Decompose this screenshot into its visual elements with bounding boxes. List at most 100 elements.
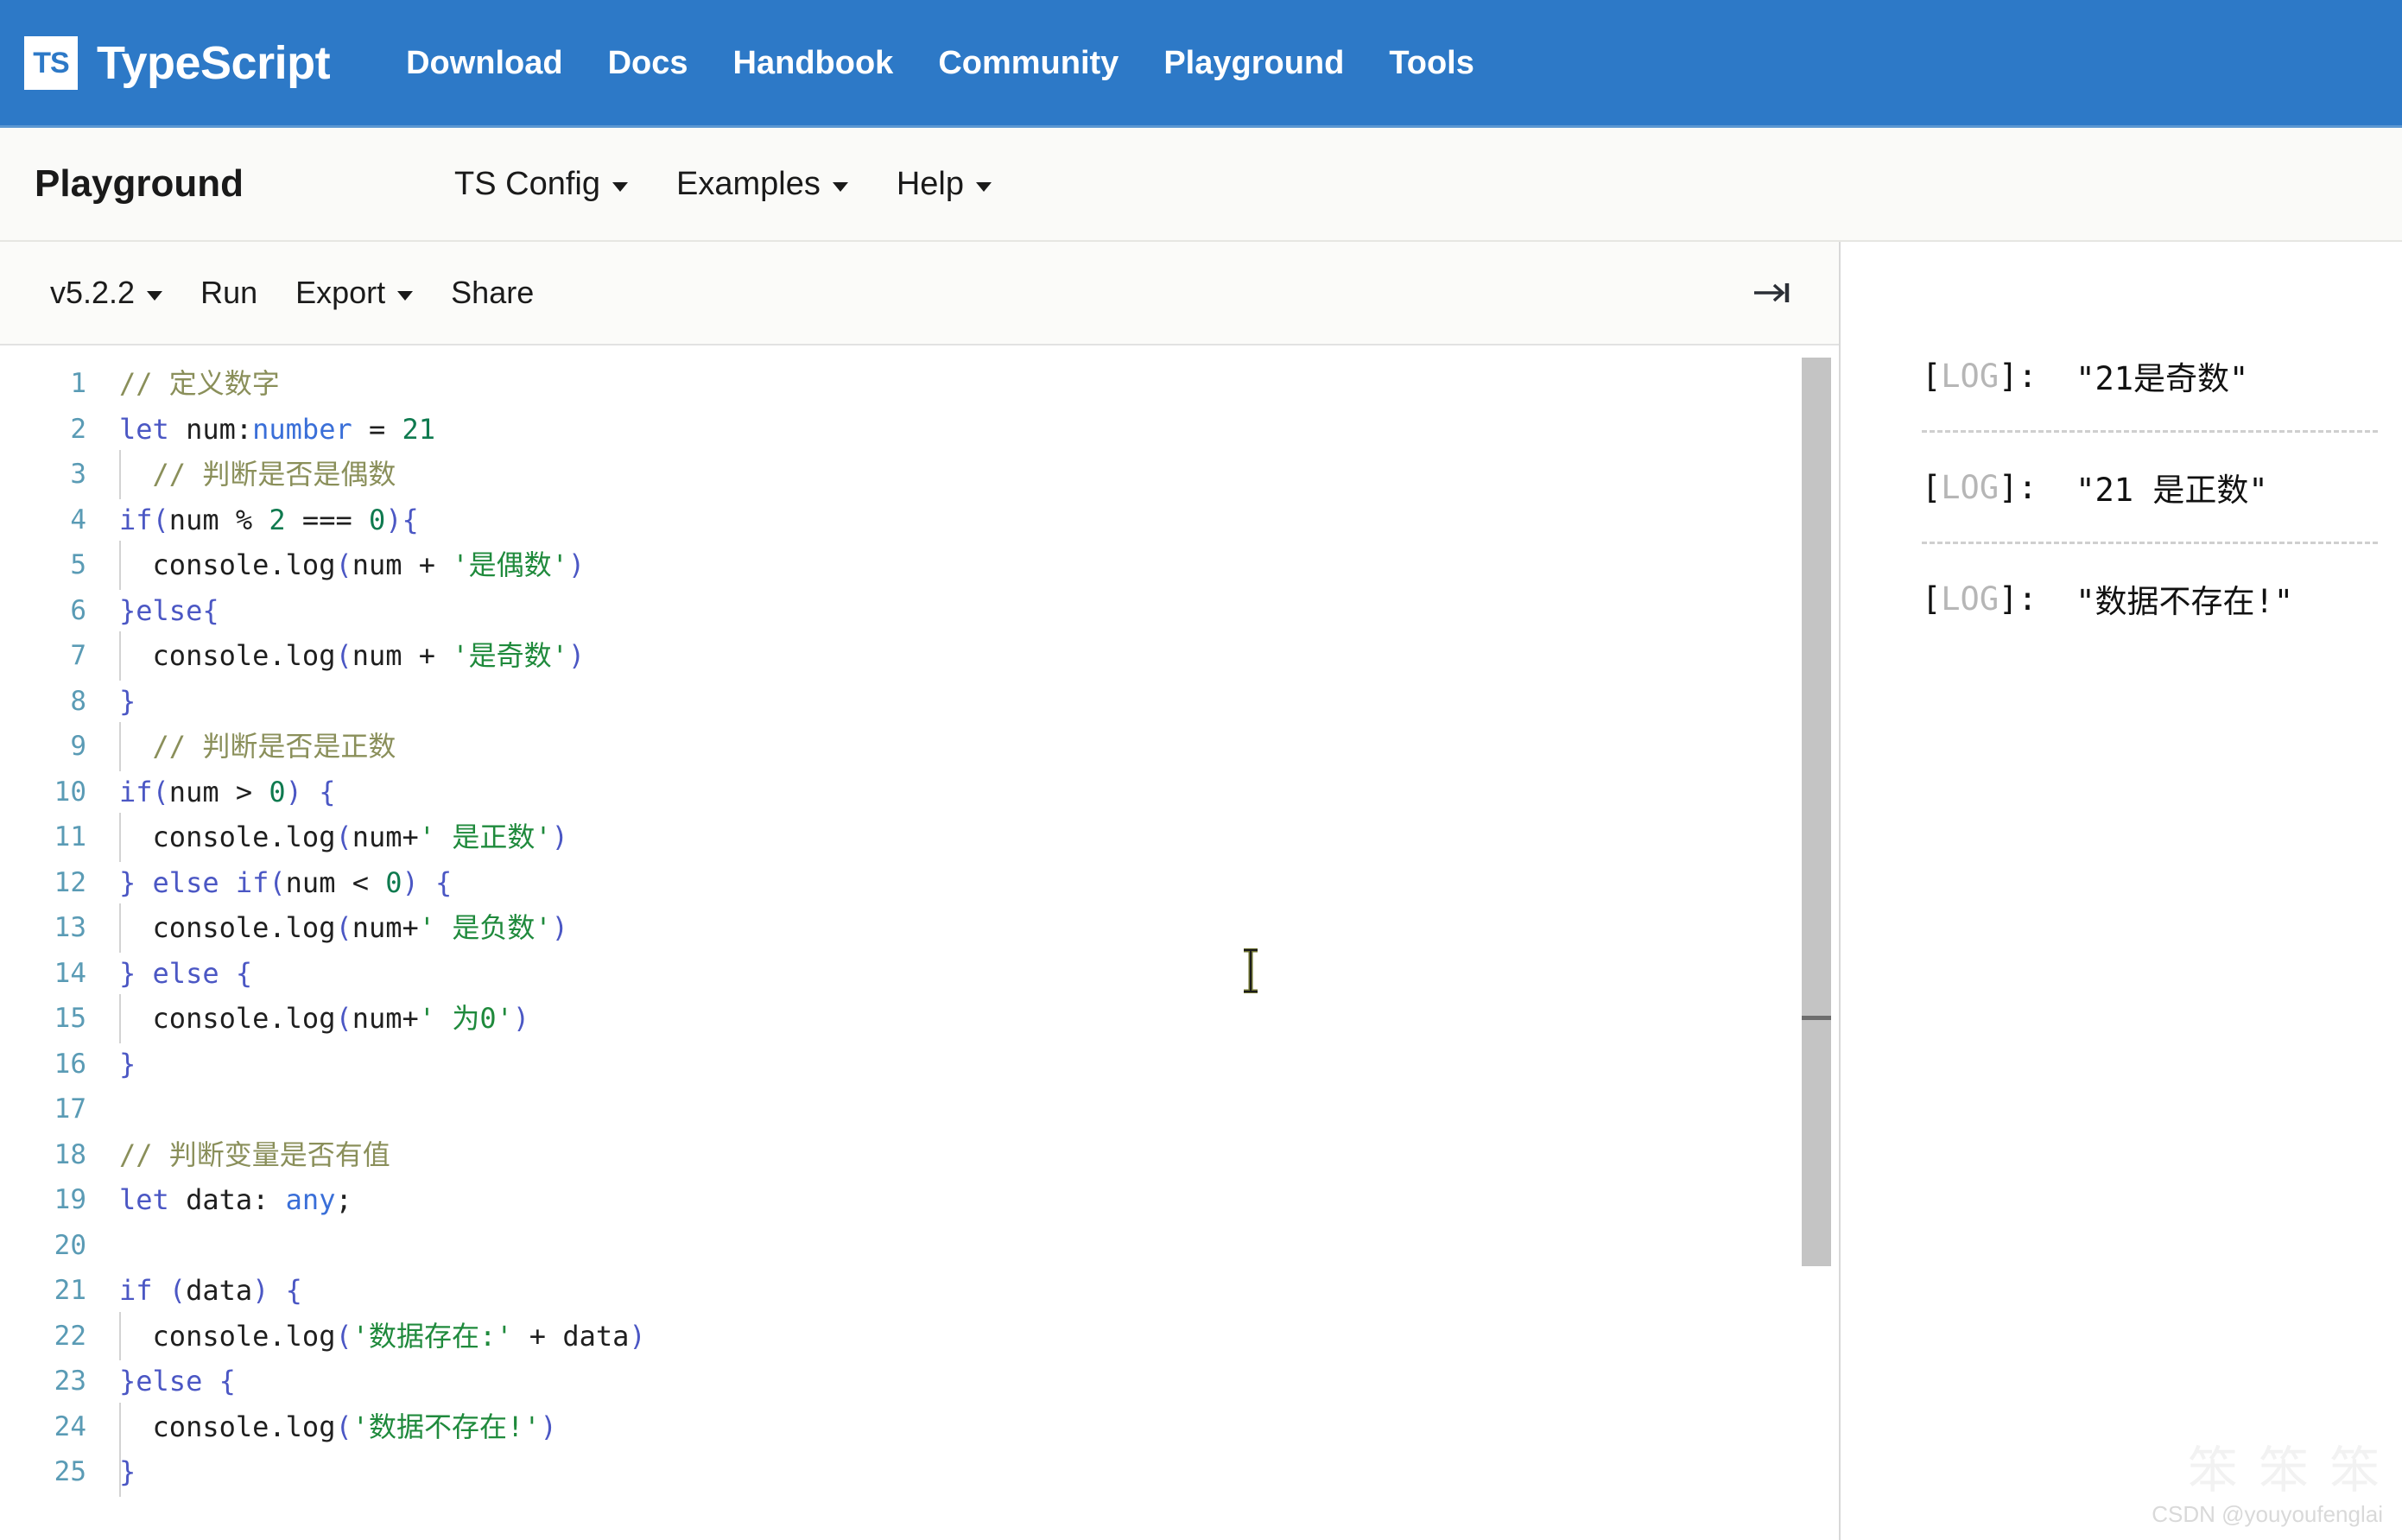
line-number: 14 — [54, 957, 86, 989]
code-line-19: 19 let data: any; — [0, 1177, 1839, 1223]
code-content[interactable]: } — [105, 679, 1839, 725]
menu-help[interactable]: Help — [872, 168, 1016, 200]
log-value: "21是奇数" — [2076, 360, 2249, 397]
log-level-text: LOG — [1941, 357, 2000, 395]
version-selector[interactable]: v5.2.2 — [31, 277, 181, 308]
code-content[interactable]: console.log('数据存在:' + data) — [105, 1311, 1839, 1360]
code-content[interactable]: } else if(num < 0) { — [105, 860, 1839, 906]
line-number: 4 — [70, 504, 86, 536]
line-number: 3 — [70, 459, 86, 490]
code-content[interactable]: console.log(num + '是偶数') — [105, 541, 1839, 589]
code-line-4: 4 if(num % 2 === 0){ — [0, 497, 1839, 543]
line-number: 19 — [54, 1184, 86, 1215]
watermark: 笨 笨 笨 CSDN @youyoufenglai — [2152, 1442, 2383, 1528]
chevron-down-icon — [612, 181, 628, 192]
code-line-13: 13 console.log(num+' 是负数') — [0, 903, 1839, 952]
version-selector-label: v5.2.2 — [50, 275, 136, 310]
code-content[interactable]: let data: any; — [105, 1177, 1839, 1223]
scrollbar-marker — [1802, 1016, 1831, 1020]
line-number: 5 — [70, 549, 86, 580]
brand-logo-group[interactable]: TS TypeScript — [24, 35, 331, 90]
log-level-badge: [LOG]: — [1922, 580, 2076, 618]
code-line-14: 14 } else { — [0, 951, 1839, 997]
code-content[interactable]: console.log(num+' 是正数') — [105, 813, 1839, 861]
console-log-entry: [LOG]: "21 是正数" — [1841, 459, 2402, 516]
nav-link-playground[interactable]: Playground — [1141, 47, 1366, 79]
code-content[interactable]: // 判断是否是偶数 — [105, 450, 1839, 498]
line-number: 10 — [54, 776, 86, 808]
menu-ts-config-label: TS Config — [454, 166, 600, 202]
watermark-text: CSDN @youyoufenglai — [2152, 1501, 2383, 1527]
code-line-16: 16 } — [0, 1042, 1839, 1087]
line-number: 18 — [54, 1138, 86, 1170]
code-content[interactable]: }else{ — [105, 588, 1839, 634]
code-line-17: 17 — [0, 1087, 1839, 1132]
code-content[interactable]: console.log(num+' 是负数') — [105, 903, 1839, 952]
brand-title: TypeScript — [97, 36, 331, 89]
editor-panel: v5.2.2 Run Export Share 1 // 定义数字 2 let … — [0, 242, 1841, 1540]
code-content[interactable]: if (data) { — [105, 1268, 1839, 1314]
line-number: 21 — [54, 1275, 86, 1306]
watermark-cn-text: 笨 笨 笨 — [2187, 1442, 2383, 1499]
code-content[interactable]: } — [105, 1042, 1839, 1087]
code-line-5: 5 console.log(num + '是偶数') — [0, 541, 1839, 589]
code-content[interactable]: // 判断变量是否有值 — [105, 1132, 1839, 1178]
log-level-text: LOG — [1941, 580, 2000, 618]
chevron-down-icon — [397, 290, 414, 301]
menu-ts-config[interactable]: TS Config — [430, 168, 652, 200]
code-line-3: 3 // 判断是否是偶数 — [0, 450, 1839, 498]
code-content[interactable]: if(num % 2 === 0){ — [105, 497, 1839, 543]
code-lines: 1 // 定义数字 2 let num:number = 21 3 // 判断是… — [0, 361, 1839, 1540]
chevron-down-icon — [832, 181, 848, 192]
line-number: 1 — [70, 368, 86, 399]
code-line-10: 10 if(num > 0) { — [0, 770, 1839, 815]
chevron-down-icon — [147, 290, 163, 301]
export-button-label: Export — [295, 275, 386, 310]
nav-link-docs[interactable]: Docs — [586, 47, 711, 79]
export-button[interactable]: Export — [276, 277, 432, 308]
code-content[interactable]: // 定义数字 — [105, 361, 1839, 407]
line-number: 22 — [54, 1320, 86, 1352]
log-level-badge: [LOG]: — [1922, 357, 2076, 395]
code-content[interactable]: let num:number = 21 — [105, 407, 1839, 453]
code-line-9: 9 // 判断是否是正数 — [0, 722, 1839, 770]
code-content[interactable]: console.log(num + '是奇数') — [105, 631, 1839, 680]
code-content[interactable]: }else { — [105, 1359, 1839, 1404]
share-button-label: Share — [451, 275, 535, 310]
playground-sub-navigation: Playground TS Config Examples Help — [0, 128, 2402, 242]
nav-link-tools[interactable]: Tools — [1366, 47, 1497, 79]
menu-examples-label: Examples — [676, 166, 821, 202]
nav-link-handbook[interactable]: Handbook — [711, 47, 916, 79]
line-number: 23 — [54, 1366, 86, 1397]
code-content[interactable]: // 判断是否是正数 — [105, 722, 1839, 770]
editor-vertical-scrollbar[interactable] — [1802, 358, 1831, 1540]
code-line-25: 25 } — [0, 1448, 1839, 1496]
arrow-to-bar-right-icon[interactable] — [1749, 269, 1797, 317]
code-content[interactable]: } — [105, 1448, 1839, 1496]
line-number: 25 — [54, 1456, 86, 1487]
top-nav-links: Download Docs Handbook Community Playgro… — [383, 47, 1497, 79]
code-line-1: 1 // 定义数字 — [0, 361, 1839, 407]
page-title: Playground — [35, 162, 244, 205]
code-line-24: 24 console.log('数据不存在!') — [0, 1402, 1839, 1451]
menu-examples[interactable]: Examples — [652, 168, 872, 200]
share-button[interactable]: Share — [432, 277, 553, 308]
line-number: 24 — [54, 1410, 86, 1442]
scrollbar-thumb[interactable] — [1802, 358, 1831, 1266]
code-line-20: 20 — [0, 1223, 1839, 1269]
line-number: 7 — [70, 640, 86, 671]
run-button[interactable]: Run — [181, 277, 276, 308]
code-content[interactable]: console.log('数据不存在!') — [105, 1402, 1839, 1451]
line-number: 8 — [70, 685, 86, 717]
line-number: 17 — [54, 1093, 86, 1125]
nav-link-download[interactable]: Download — [383, 47, 586, 79]
line-number: 2 — [70, 413, 86, 445]
code-content[interactable]: console.log(num+' 为0') — [105, 994, 1839, 1043]
nav-link-community[interactable]: Community — [916, 47, 1141, 79]
typescript-logo-text: TS — [33, 46, 69, 79]
line-number: 15 — [54, 1003, 86, 1034]
log-value: "21 是正数" — [2076, 472, 2268, 509]
code-editor[interactable]: 1 // 定义数字 2 let num:number = 21 3 // 判断是… — [0, 345, 1839, 1540]
code-content[interactable]: if(num > 0) { — [105, 770, 1839, 815]
code-content[interactable]: } else { — [105, 951, 1839, 997]
